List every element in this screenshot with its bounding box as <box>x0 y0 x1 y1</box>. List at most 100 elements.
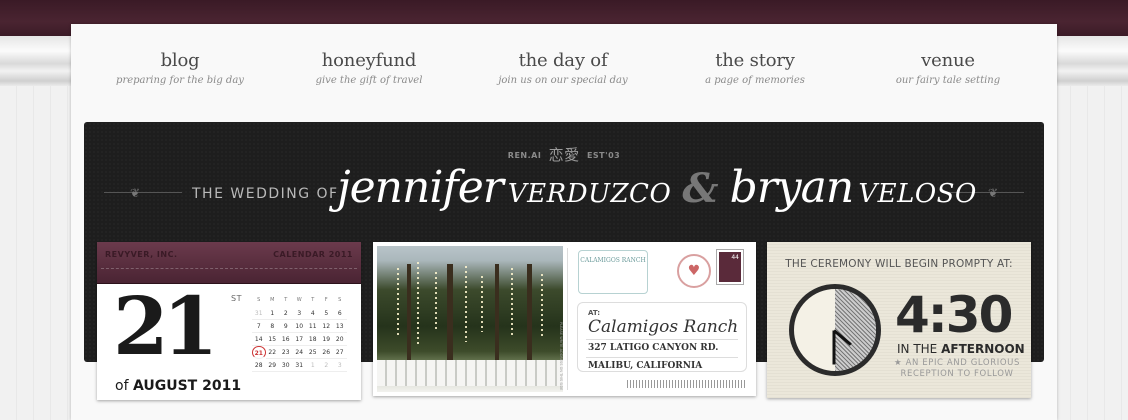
calendar-header: REVYVER, INC. CALENDAR 2011 <box>97 242 361 284</box>
tag-left: REN.AI <box>507 151 542 160</box>
date-cell: 2 <box>279 307 293 320</box>
date-cell: 14 <box>252 333 266 346</box>
stitch-line <box>101 268 357 269</box>
dow-cell: T <box>284 297 288 303</box>
postage-stamp: 44 <box>717 250 743 284</box>
calendar-week: 14 15 16 17 18 19 20 <box>252 333 352 346</box>
address-line-1: 327 LATIGO CANYON RD. <box>588 343 719 353</box>
date-cell: 16 <box>279 333 293 346</box>
nav-subtitle: join us on our special day <box>498 75 628 86</box>
date-cell: 5 <box>319 307 333 320</box>
nav-item-the-story[interactable]: the story a page of memories <box>660 50 850 86</box>
date-cell: 9 <box>279 320 293 333</box>
dow-cell: W <box>296 297 302 303</box>
barcode <box>627 380 745 388</box>
date-cell: 12 <box>319 320 333 333</box>
calendar-week: 21 22 23 24 25 26 27 <box>252 346 352 359</box>
heart-postmark-icon: ♥ <box>677 254 711 288</box>
wedding-intro: THE WEDDING OF <box>192 186 339 202</box>
address-line-2: MALIBU, CALIFORNIA <box>588 361 703 371</box>
nav-item-blog[interactable]: blog preparing for the big day <box>85 50 275 86</box>
nav-title[interactable]: the story <box>660 50 850 71</box>
day-suffix: ST <box>231 294 242 303</box>
address-rule <box>586 339 738 340</box>
nav-title[interactable]: the day of <box>468 50 658 71</box>
tree-trunk <box>527 264 532 364</box>
ranch-stamp: CALAMIGOS RANCH <box>578 250 648 294</box>
dow-cell: F <box>324 297 328 303</box>
reception-note: ★ AN EPIC AND GLORIOUS RECEPTION TO FOLL… <box>894 358 1020 379</box>
ceremony-time: 4:30 <box>895 286 1013 344</box>
ceremony-heading: THE CEREMONY WILL BEGIN PROMPTY AT: <box>785 258 1013 270</box>
flourish-icon: ❦ <box>987 186 998 200</box>
nav-subtitle: preparing for the big day <box>116 75 244 86</box>
date-cell: 8 <box>265 320 279 333</box>
afternoon-label: AFTERNOON <box>941 342 1025 356</box>
date-cell: 22 <box>265 346 279 359</box>
nav-title[interactable]: honeyfund <box>274 50 464 71</box>
first-name-2: bryan <box>729 162 855 213</box>
highlighted-date: 21 <box>252 346 266 359</box>
date-cell: 1 <box>306 359 320 372</box>
tag-right: EST'03 <box>586 151 621 160</box>
date-cell: 11 <box>306 320 320 333</box>
postcard-divider <box>567 248 568 390</box>
flourish-icon: ❦ <box>130 186 141 200</box>
date-cell: 3 <box>292 307 306 320</box>
date-cell: 13 <box>333 320 347 333</box>
main-panel: blog preparing for the big day honeyfund… <box>71 24 1057 420</box>
address-box: AT: Calamigos Ranch 327 LATIGO CANYON RD… <box>577 302 747 372</box>
dow-cell: T <box>311 297 315 303</box>
date-cell: 6 <box>333 307 347 320</box>
white-chairs <box>377 360 563 386</box>
calendar-week: 28 29 30 31 1 2 3 <box>252 359 352 372</box>
date-cell: 1 <box>265 307 279 320</box>
last-name-1: VERDUZCO <box>507 179 672 209</box>
date-cell: 26 <box>319 346 333 359</box>
nav-item-the-day-of[interactable]: the day of join us on our special day <box>468 50 658 86</box>
string-lights <box>435 272 437 332</box>
calendar-grid: S M T W T F S 31 1 2 3 4 5 6 7 8 9 10 11… <box>252 294 352 372</box>
calendar-week: 7 8 9 10 11 12 13 <box>252 320 352 333</box>
nav-title[interactable]: blog <box>85 50 275 71</box>
ampersand: & <box>682 165 719 212</box>
at-label: AT: <box>588 309 601 317</box>
calendar-label: CALENDAR 2011 <box>273 250 353 259</box>
date-cell: 24 <box>292 346 306 359</box>
venue-postcard: PLEASE WRITE ADDRESS ON THIS SIDE CALAMI… <box>373 242 756 396</box>
calendar-card: REVYVER, INC. CALENDAR 2011 21 ST of AUG… <box>97 242 361 400</box>
string-lights <box>397 268 399 338</box>
venue-name[interactable]: Calamigos Ranch <box>588 317 738 337</box>
date-cell: 2 <box>319 359 333 372</box>
couple-names: jennifer VERDUZCO & bryan VELOSO <box>337 162 977 213</box>
nav-title[interactable]: venue <box>853 50 1043 71</box>
date-cell: 3 <box>333 359 347 372</box>
date-cell: 7 <box>252 320 266 333</box>
date-cell: 15 <box>265 333 279 346</box>
string-lights <box>511 268 513 338</box>
minute-hand <box>832 330 836 365</box>
dow-cell: S <box>338 297 342 303</box>
ceremony-card: THE CEREMONY WILL BEGIN PROMPTY AT: 4:30… <box>767 242 1031 398</box>
clock-shade <box>835 289 876 371</box>
first-name-1: jennifer <box>337 162 504 213</box>
date-cell: 20 <box>333 333 347 346</box>
date-cell: 29 <box>265 359 279 372</box>
date-cell: 27 <box>333 346 347 359</box>
date-cell: 19 <box>319 333 333 346</box>
of-label: of <box>115 378 129 394</box>
clock-icon <box>789 284 881 376</box>
date-cell: 18 <box>306 333 320 346</box>
date-cell: 31 <box>292 359 306 372</box>
date-cell: 10 <box>292 320 306 333</box>
date-cell: 31 <box>252 307 266 320</box>
nav-item-venue[interactable]: venue our fairy tale setting <box>853 50 1043 86</box>
calendar-week: 31 1 2 3 4 5 6 <box>252 307 352 320</box>
calendar-brand: REVYVER, INC. <box>105 250 178 259</box>
time-period: IN THE AFTERNOON <box>897 342 1025 356</box>
address-rule <box>586 357 738 358</box>
in-the-label: IN THE <box>897 342 938 356</box>
string-lights <box>417 262 419 346</box>
calendar-dow-row: S M T W T F S <box>252 294 352 307</box>
nav-item-honeyfund[interactable]: honeyfund give the gift of travel <box>274 50 464 86</box>
